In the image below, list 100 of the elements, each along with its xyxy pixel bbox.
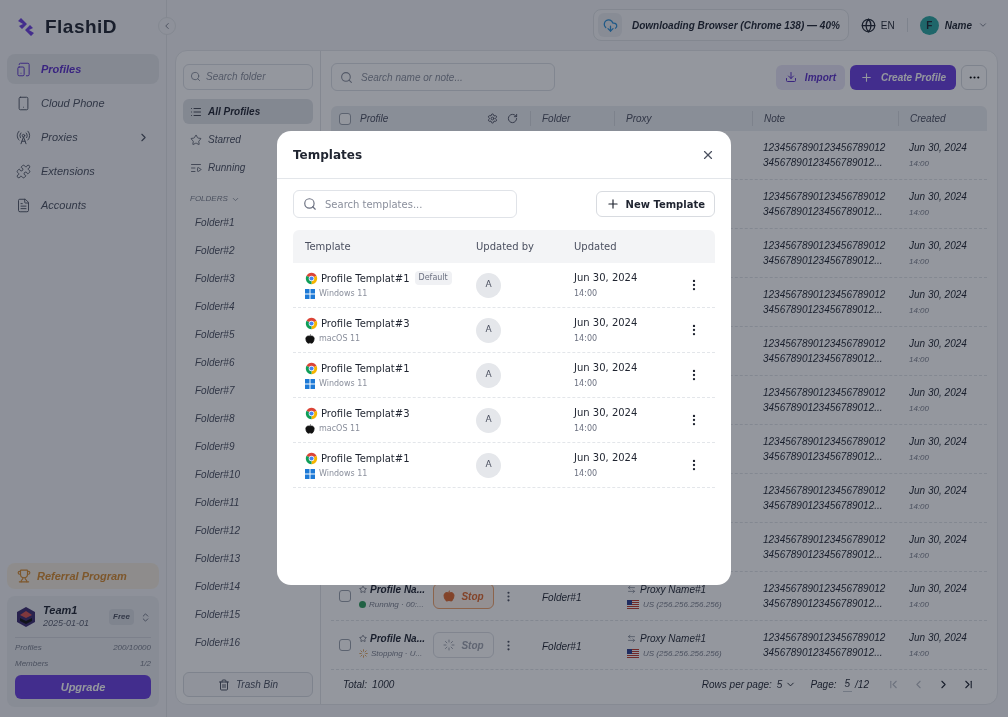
note-text: 34567890123456789012...	[763, 352, 884, 367]
nav-item[interactable]: Extensions	[7, 156, 159, 186]
section-heading: FOLDERS	[190, 193, 228, 205]
apple-icon	[305, 333, 315, 344]
created-date: Jun 30, 2024	[909, 631, 968, 646]
note-text: 1234567890123456789012	[763, 484, 887, 499]
created-time: 14:00	[909, 550, 931, 563]
windows-icon	[305, 378, 315, 389]
trash-bin-button[interactable]: Trash Bin	[183, 672, 313, 697]
us-flag-icon	[627, 600, 639, 610]
user-avatar: A	[476, 362, 501, 388]
swap-icon	[627, 633, 636, 643]
chrome-icon	[305, 451, 318, 465]
note-text: 1234567890123456789012	[763, 239, 887, 254]
checkbox[interactable]	[339, 639, 351, 652]
create-profile-button[interactable]: Create Profile	[849, 64, 956, 90]
folder-view-item[interactable]: All Profiles	[183, 99, 313, 124]
note-text: 1234567890123456789012	[763, 337, 887, 352]
new-template-button[interactable]: New Template	[595, 191, 715, 217]
user-avatar: A	[476, 317, 501, 343]
more-options-button[interactable]	[961, 64, 987, 90]
note-text: 1234567890123456789012	[763, 533, 887, 548]
folder-cell: Folder#1	[542, 592, 582, 604]
created-date: Jun 30, 2024	[909, 484, 968, 499]
user-avatar: A	[476, 452, 501, 478]
created-time: 14:00	[909, 305, 931, 318]
total-value: 1000	[372, 677, 395, 692]
nav-item[interactable]: Proxies	[7, 122, 159, 152]
search-icon	[303, 197, 317, 211]
created-time: 14:00	[909, 158, 931, 171]
star-icon[interactable]	[359, 583, 367, 595]
created-date: Jun 30, 2024	[909, 190, 968, 205]
note-text: 34567890123456789012...	[763, 646, 884, 661]
created-time: 14:00	[909, 256, 931, 269]
profile-name: Profile Na...	[370, 582, 425, 597]
created-date: Jun 30, 2024	[909, 386, 968, 401]
template-search-field[interactable]: Search templates...	[293, 190, 517, 218]
upgrade-button[interactable]: Upgrade	[15, 675, 151, 699]
spinner-icon	[443, 639, 456, 652]
template-name: Profile Templat#1	[321, 451, 410, 466]
column-heading: Updated by	[476, 240, 535, 254]
apple-icon	[305, 423, 315, 434]
profile-name: Profile Na...	[370, 631, 425, 646]
note-text: 1234567890123456789012	[763, 190, 887, 205]
profile-search-field[interactable]: Search name or note...	[331, 63, 555, 91]
chevron-updown-icon[interactable]	[140, 611, 151, 623]
swap-icon	[627, 584, 636, 594]
user-menu[interactable]: F Name	[919, 15, 988, 35]
column-heading: Folder	[542, 113, 571, 125]
rows-per-page-select[interactable]: 5	[776, 676, 797, 692]
plan-badge: Free	[109, 609, 134, 625]
note-text: 1234567890123456789012	[763, 141, 887, 156]
note-text: 34567890123456789012...	[763, 156, 884, 171]
checkbox[interactable]	[339, 112, 351, 125]
note-text: 34567890123456789012...	[763, 499, 884, 514]
note-text: 34567890123456789012...	[763, 401, 884, 416]
note-text: 1234567890123456789012	[763, 582, 887, 597]
column-heading: Profile	[360, 112, 390, 127]
nav-item[interactable]: Accounts	[7, 190, 159, 220]
note-text: 1234567890123456789012	[763, 288, 887, 303]
language-selector[interactable]: EN	[860, 17, 895, 33]
proxy-address: US (256.256.256.256)	[643, 647, 722, 660]
stop-button[interactable]: Stop	[433, 583, 494, 610]
os-label: Windows 11	[319, 467, 368, 480]
created-time: 14:00	[909, 403, 931, 416]
list-icon	[190, 105, 202, 118]
nav-item[interactable]: Cloud Phone	[7, 88, 159, 118]
us-flag-icon	[627, 649, 639, 659]
globe-icon	[860, 17, 876, 33]
note-text: 1234567890123456789012	[763, 631, 887, 646]
page-input[interactable]: 5	[842, 676, 853, 693]
updated-time: 14:00	[574, 333, 599, 345]
import-button[interactable]: Import	[775, 64, 845, 90]
cloud-download-icon	[602, 17, 618, 33]
dialog-title: Templates	[293, 146, 364, 164]
refresh-icon[interactable]	[507, 113, 518, 125]
star-icon[interactable]	[359, 632, 367, 644]
user-name: Name	[944, 18, 972, 33]
os-label: macOS 11	[319, 422, 361, 435]
team-logo-icon	[15, 606, 37, 628]
template-name: Profile Templat#3	[321, 316, 410, 331]
template-name: Profile Templat#1	[321, 271, 410, 286]
updated-date: Jun 30, 2024	[574, 361, 639, 375]
trash-icon	[217, 678, 230, 691]
total-label: Total:	[343, 677, 368, 692]
rows-per-page-label: Rows per page:	[701, 677, 772, 692]
os-label: macOS 11	[319, 332, 361, 345]
search-icon	[340, 70, 353, 84]
column-heading: Note	[764, 113, 786, 125]
settings-icon[interactable]	[487, 113, 498, 125]
folder-item[interactable]: Folder#16	[183, 628, 313, 656]
column-heading: Created	[910, 113, 946, 125]
chrome-icon	[305, 361, 318, 375]
plus-icon	[859, 70, 873, 84]
nav-item[interactable]: Profiles	[7, 54, 159, 84]
folder-search-field[interactable]: Search folder	[183, 63, 313, 90]
page-label: Page:	[810, 677, 837, 692]
folder-item[interactable]: Folder#15	[183, 600, 313, 628]
column-heading: Proxy	[626, 113, 652, 125]
checkbox[interactable]	[339, 590, 351, 603]
